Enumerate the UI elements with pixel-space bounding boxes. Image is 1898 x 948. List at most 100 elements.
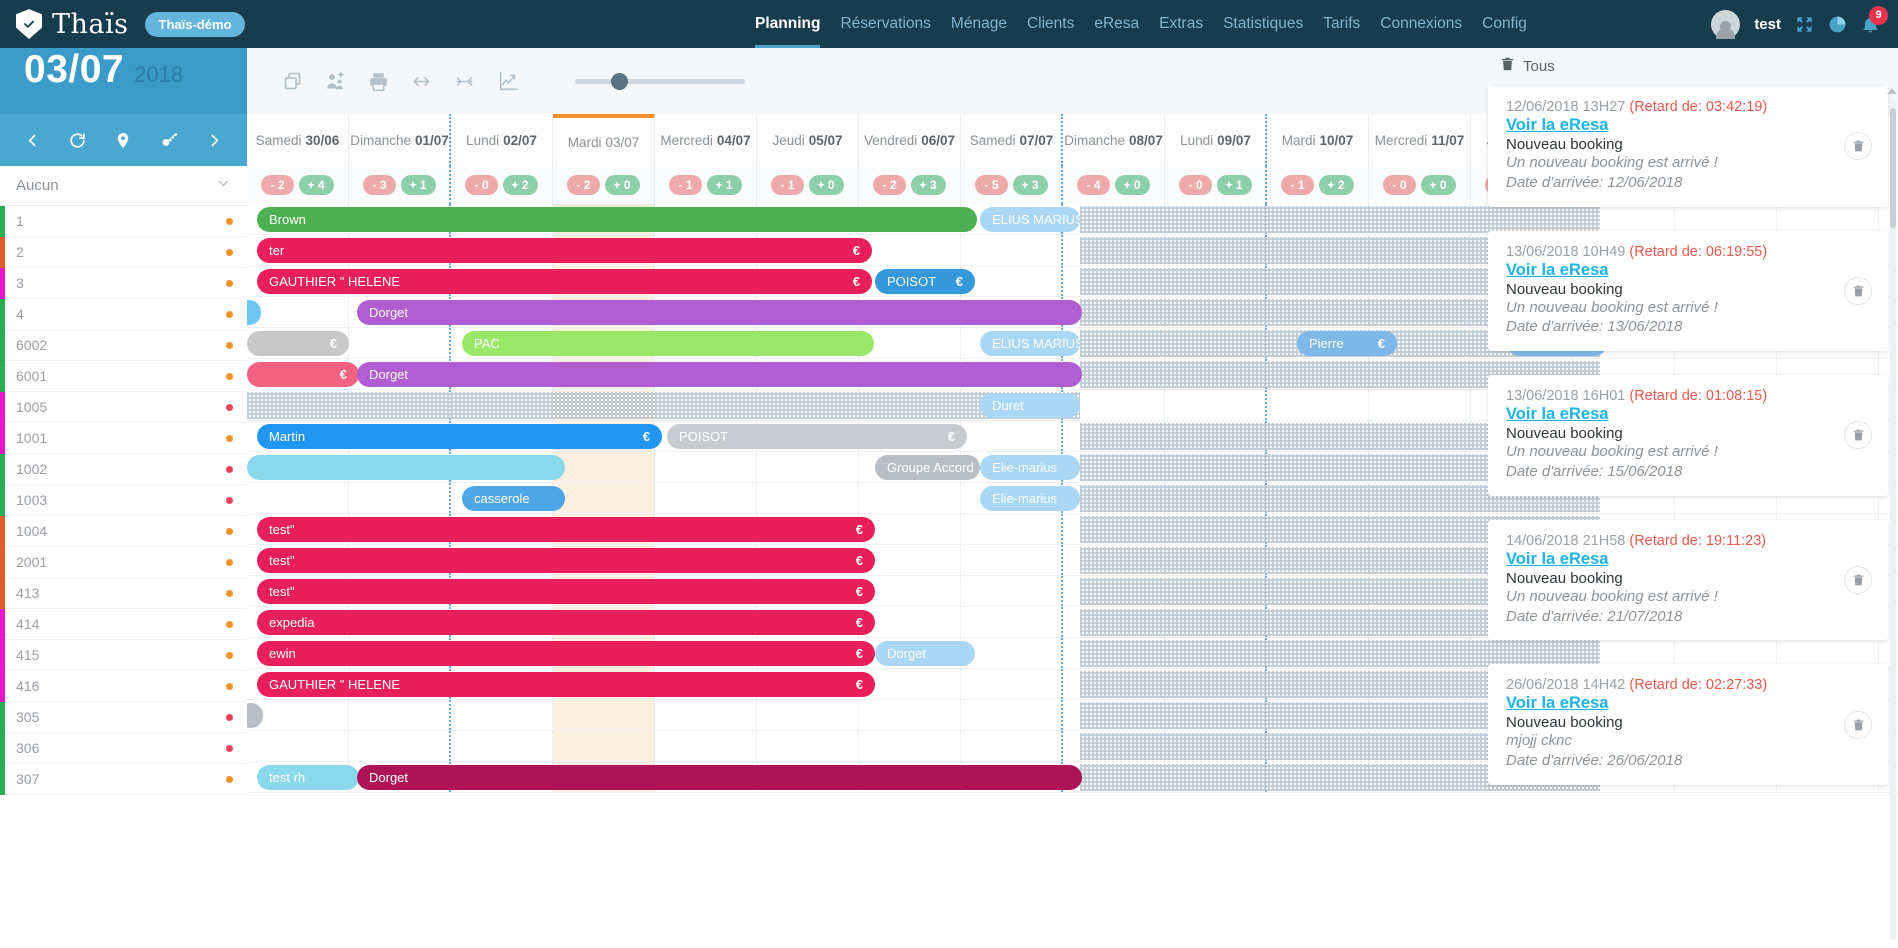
planning-cell[interactable] xyxy=(247,483,349,513)
nav-item-planning[interactable]: Planning xyxy=(755,0,821,48)
booking-bar[interactable]: ewin € xyxy=(257,641,875,666)
planning-cell[interactable] xyxy=(961,421,1063,451)
booking-bar[interactable]: Brown xyxy=(257,207,977,232)
planning-cell[interactable] xyxy=(961,700,1063,730)
departures-badge[interactable]: - 3 xyxy=(363,175,396,195)
planning-cell[interactable] xyxy=(859,731,961,761)
booking-bar[interactable]: test" € xyxy=(257,517,875,542)
room-row[interactable]: 3 xyxy=(0,268,247,299)
nav-item-statistiques[interactable]: Statistiques xyxy=(1223,0,1303,48)
arrivals-badge[interactable]: + 2 xyxy=(1318,175,1354,195)
delete-notification-icon[interactable] xyxy=(1844,276,1872,305)
arrivals-badge[interactable]: + 1 xyxy=(706,175,742,195)
notifications-header[interactable]: Tous xyxy=(1488,48,1898,86)
planning-cell[interactable] xyxy=(655,452,757,482)
booking-bar[interactable] xyxy=(247,455,565,480)
booking-bar[interactable]: GAUTHIER " HELENE € xyxy=(257,269,872,294)
planning-cell[interactable] xyxy=(553,452,655,482)
departures-badge[interactable]: - 1 xyxy=(771,175,804,195)
booking-bar[interactable]: expedia € xyxy=(257,610,875,635)
booking-bar[interactable]: Dorget xyxy=(875,641,975,666)
booking-bar[interactable]: Groupe Accord xyxy=(875,455,980,480)
planning-cell[interactable] xyxy=(859,235,961,265)
arrivals-badge[interactable]: + 1 xyxy=(400,175,436,195)
planning-cell[interactable] xyxy=(451,700,553,730)
planning-cell[interactable] xyxy=(1369,390,1471,420)
booking-bar[interactable]: POISOT € xyxy=(875,269,975,294)
chevron-right-icon[interactable] xyxy=(206,132,223,149)
room-row[interactable]: 1 xyxy=(0,206,247,237)
room-row[interactable]: 416 xyxy=(0,671,247,702)
map-pin-icon[interactable] xyxy=(114,131,132,150)
booking-bar[interactable]: PAC xyxy=(462,331,874,356)
planning-cell[interactable] xyxy=(247,731,349,761)
departures-badge[interactable]: - 1 xyxy=(669,175,702,195)
room-row[interactable]: 1001 xyxy=(0,423,247,454)
room-row[interactable]: 1005 xyxy=(0,392,247,423)
view-eresa-link[interactable]: Voir la eResa xyxy=(1506,694,1870,713)
room-row[interactable]: 306 xyxy=(0,733,247,764)
booking-bar[interactable]: Dorget xyxy=(357,362,1082,387)
departures-badge[interactable]: - 2 xyxy=(567,175,600,195)
brand-logo[interactable]: Thaïs Thaïs-démo xyxy=(0,9,246,40)
expand-horizontal-icon[interactable] xyxy=(400,61,443,101)
planning-cell[interactable] xyxy=(961,545,1063,575)
nav-item-connexions[interactable]: Connexions xyxy=(1380,0,1462,48)
booking-bar[interactable]: € xyxy=(247,362,359,387)
scroll-up-arrow-icon[interactable] xyxy=(1887,88,1897,94)
nav-item-extras[interactable]: Extras xyxy=(1159,0,1203,48)
planning-cell[interactable] xyxy=(451,731,553,761)
room-row[interactable]: 307 xyxy=(0,764,247,795)
room-row[interactable]: 1002 xyxy=(0,454,247,485)
room-row[interactable]: 4 xyxy=(0,299,247,330)
pie-chart-icon[interactable] xyxy=(1828,15,1847,34)
day-header-cell[interactable]: Dimanche 01/07 xyxy=(349,114,451,166)
planning-cell[interactable] xyxy=(961,266,1063,296)
nav-item-tarifs[interactable]: Tarifs xyxy=(1323,0,1360,48)
trash-icon[interactable] xyxy=(1500,56,1515,76)
planning-cell[interactable] xyxy=(757,700,859,730)
planning-cell[interactable] xyxy=(961,731,1063,761)
booking-bar[interactable]: POISOT € xyxy=(667,424,967,449)
planning-cell[interactable] xyxy=(1267,390,1369,420)
planning-cell[interactable] xyxy=(655,483,757,513)
day-header-cell[interactable]: Samedi 30/06 xyxy=(247,114,349,166)
room-row[interactable]: 1003 xyxy=(0,485,247,516)
room-row[interactable]: 2 xyxy=(0,237,247,268)
view-eresa-link[interactable]: Voir la eResa xyxy=(1506,261,1870,280)
planning-cell[interactable] xyxy=(757,452,859,482)
planning-cell[interactable] xyxy=(961,607,1063,637)
notification-card[interactable]: 13/06/2018 10H49 (Retard de: 06:19:55) Vo… xyxy=(1488,230,1888,352)
planning-cell[interactable] xyxy=(757,731,859,761)
fullscreen-icon[interactable] xyxy=(1795,15,1814,34)
view-eresa-link[interactable]: Voir la eResa xyxy=(1506,405,1870,424)
zoom-slider-knob[interactable] xyxy=(611,73,628,90)
room-filter-select[interactable]: Aucun xyxy=(0,166,247,206)
booking-bar[interactable]: test" € xyxy=(257,579,875,604)
notifications-bell-icon[interactable]: 9 xyxy=(1861,5,1888,35)
delete-notification-icon[interactable] xyxy=(1844,421,1872,450)
planning-cell[interactable] xyxy=(553,731,655,761)
planning-cell[interactable] xyxy=(859,700,961,730)
nav-item-config[interactable]: Config xyxy=(1482,0,1527,48)
booking-bar[interactable]: GAUTHIER " HELENE € xyxy=(257,672,875,697)
arrivals-badge[interactable]: + 1 xyxy=(1216,175,1252,195)
room-row[interactable]: 6002 xyxy=(0,330,247,361)
booking-bar[interactable]: € xyxy=(247,331,349,356)
room-row[interactable]: 414 xyxy=(0,609,247,640)
avatar[interactable] xyxy=(1711,9,1741,39)
departures-badge[interactable]: - 0 xyxy=(1383,175,1416,195)
copy-icon[interactable] xyxy=(271,61,314,101)
booking-bar[interactable]: ELIUS MARIUS xyxy=(980,331,1080,356)
booking-bar[interactable]: Martin € xyxy=(257,424,662,449)
room-row[interactable]: 1004 xyxy=(0,516,247,547)
planning-cell[interactable] xyxy=(961,576,1063,606)
booking-bar[interactable]: test rh xyxy=(257,765,359,790)
day-header-cell[interactable]: Mercredi 04/07 xyxy=(655,114,757,166)
delete-notification-icon[interactable] xyxy=(1844,566,1872,595)
day-header-cell[interactable]: Dimanche 08/07 xyxy=(1063,114,1165,166)
arrivals-badge[interactable]: + 3 xyxy=(1012,175,1048,195)
planning-cell[interactable] xyxy=(1165,390,1267,420)
view-eresa-link[interactable]: Voir la eResa xyxy=(1506,550,1870,569)
planning-cell[interactable] xyxy=(349,731,451,761)
